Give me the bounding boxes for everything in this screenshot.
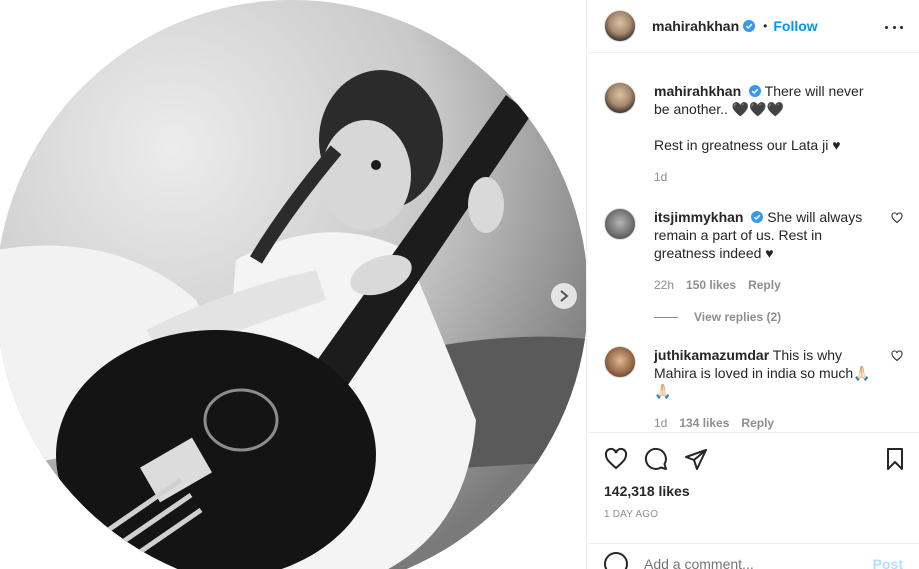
caption-text-line2: Rest in greatness our Lata ji ♥: [654, 137, 841, 153]
action-bar: [588, 433, 919, 485]
bookmark-icon[interactable]: [883, 447, 907, 471]
separator-dot: •: [763, 19, 768, 33]
like-button[interactable]: [604, 447, 628, 471]
comment-likes[interactable]: 150 likes: [686, 276, 736, 294]
view-replies-button[interactable]: View replies (2): [654, 310, 903, 324]
more-options-icon[interactable]: [885, 18, 903, 36]
verified-badge-icon: [751, 211, 764, 223]
add-comment-bar: Post: [588, 543, 919, 569]
comment-body: juthikamazumdar This is why Mahira is lo…: [654, 346, 879, 432]
reply-button[interactable]: Reply: [748, 276, 781, 294]
post-comment-button[interactable]: Post: [873, 556, 903, 569]
comment-age: 22h: [654, 278, 675, 292]
post-actions-area: 142,318 likes 1 DAY AGO: [588, 432, 919, 520]
chevron-right-icon: [560, 290, 569, 302]
caption-row: mahirahkhan There will never be another.…: [604, 82, 903, 186]
comment-row: juthikamazumdar This is why Mahira is lo…: [604, 346, 903, 432]
comment-body: itsjimmykhan She will always remain a pa…: [654, 208, 879, 294]
comment-button[interactable]: [644, 447, 668, 471]
comments-list: mahirahkhan There will never be another.…: [588, 54, 919, 432]
verified-badge-icon: [749, 85, 762, 97]
caption-age: 1d: [654, 170, 668, 184]
caption-username[interactable]: mahirahkhan: [654, 83, 741, 99]
comment-likes[interactable]: 134 likes: [679, 414, 729, 432]
emoji-icon[interactable]: [604, 551, 628, 569]
author-username[interactable]: mahirahkhan: [652, 18, 739, 34]
likes-count[interactable]: 142,318 likes: [588, 483, 919, 499]
heart-icon: [604, 447, 628, 470]
comment-heart-icon[interactable]: [891, 350, 903, 362]
commenter-avatar[interactable]: [604, 346, 636, 378]
author-avatar[interactable]: [604, 10, 636, 42]
follow-button[interactable]: Follow: [773, 18, 817, 34]
next-image-button[interactable]: [551, 283, 577, 309]
post-media: [0, 0, 587, 569]
post-header: mahirahkhan • Follow: [588, 0, 919, 53]
post-sidebar: mahirahkhan • Follow mahirahkhan There w…: [588, 0, 919, 569]
share-button[interactable]: [684, 447, 708, 471]
reply-button[interactable]: Reply: [741, 414, 774, 432]
caption-avatar[interactable]: [604, 82, 636, 114]
verified-badge-icon: [743, 20, 756, 32]
comment-username[interactable]: itsjimmykhan: [654, 209, 743, 225]
commenter-avatar[interactable]: [604, 208, 636, 240]
share-icon: [685, 449, 707, 470]
replies-divider: [654, 316, 678, 318]
comment-icon: [644, 447, 667, 470]
post-photo-illustration: [0, 0, 586, 569]
post-photo: [0, 0, 586, 569]
post-timestamp: 1 DAY AGO: [604, 509, 659, 520]
comment-input[interactable]: [644, 555, 873, 569]
comment-username[interactable]: juthikamazumdar: [654, 347, 769, 363]
comment-age: 1d: [654, 416, 668, 430]
comment-row: itsjimmykhan She will always remain a pa…: [604, 208, 903, 294]
comment-heart-icon[interactable]: [891, 212, 903, 224]
caption-body: mahirahkhan There will never be another.…: [654, 82, 879, 186]
view-replies-label: View replies (2): [694, 310, 782, 324]
